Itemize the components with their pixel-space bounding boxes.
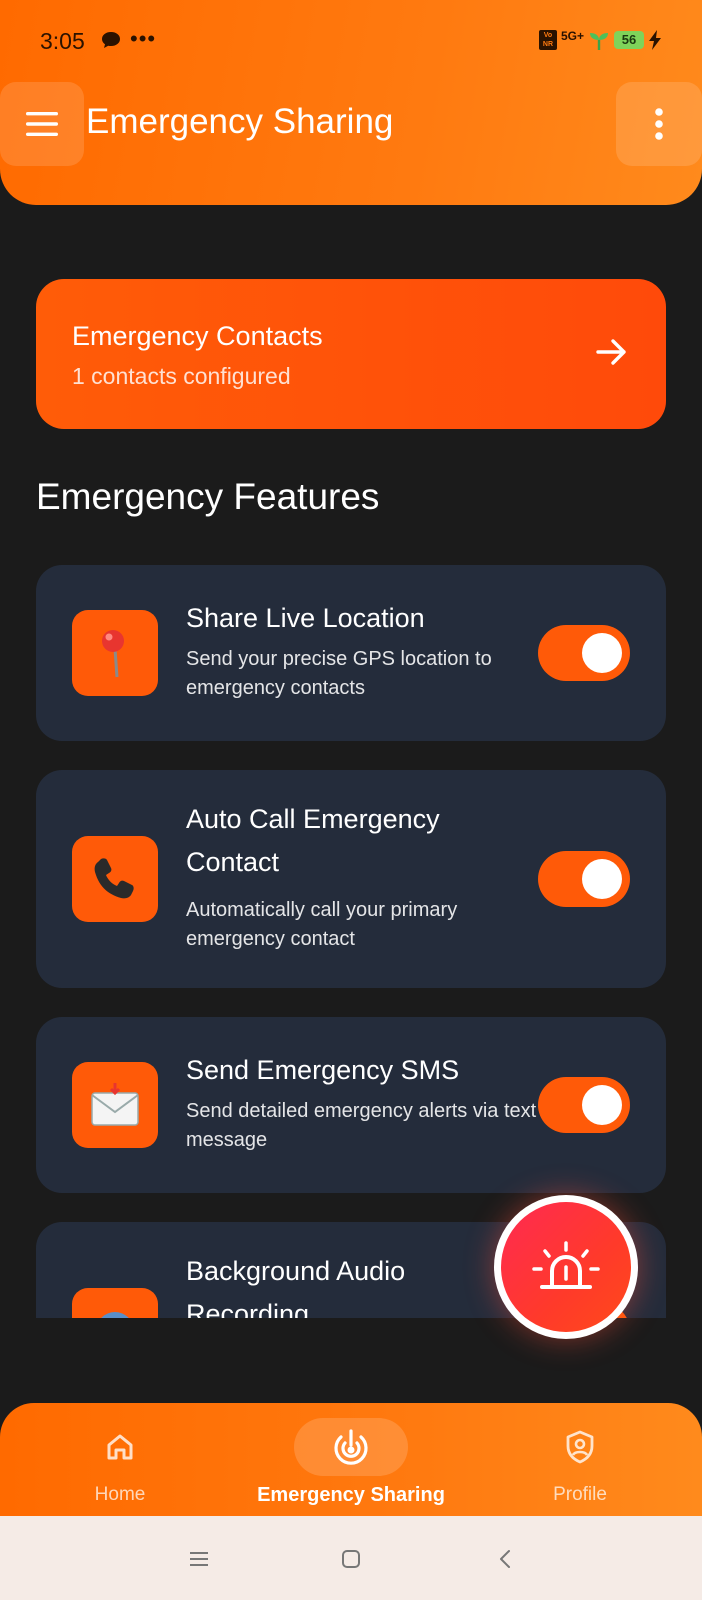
pin-icon xyxy=(102,630,124,678)
back-chevron-icon xyxy=(500,1550,510,1568)
toggle-knob xyxy=(582,859,622,899)
bottom-navigation: Home Emergency Sharing Profile xyxy=(0,1403,702,1520)
emergency-contacts-card[interactable]: Emergency Contacts 1 contacts configured xyxy=(36,279,666,429)
charging-bolt-icon xyxy=(649,30,661,50)
phone-icon xyxy=(94,858,134,899)
feature-icon-box xyxy=(72,836,158,922)
page-title: Emergency Sharing xyxy=(86,102,394,141)
nav-icon-wrap xyxy=(523,1418,637,1476)
square-home-icon xyxy=(342,1550,360,1568)
back-button[interactable] xyxy=(490,1544,520,1574)
feature-description: Send detailed emergency alerts via text … xyxy=(186,1100,537,1151)
nav-item-home[interactable]: Home xyxy=(60,1403,180,1520)
feature-icon-box xyxy=(72,1288,158,1318)
hamburger-menu-icon xyxy=(26,112,58,136)
arrow-right-icon xyxy=(596,339,626,365)
feature-icon-box xyxy=(72,1062,158,1148)
feature-title: Auto Call Emergency Contact xyxy=(186,804,440,877)
toggle-knob xyxy=(582,1085,622,1125)
status-indicators: Vo NR 5G+ 56 xyxy=(538,28,662,52)
more-options-button[interactable] xyxy=(616,82,702,166)
feature-title: Share Live Location xyxy=(186,603,425,633)
shield-user-icon xyxy=(566,1430,594,1464)
emergency-sms-toggle[interactable] xyxy=(538,1077,630,1133)
recents-lines-icon xyxy=(190,1552,208,1566)
feature-description: Send your precise GPS location to emerge… xyxy=(186,648,492,699)
sos-alert-button[interactable] xyxy=(494,1195,638,1339)
status-more-dots: ••• xyxy=(130,26,157,51)
feature-description: Automatically call your primary emergenc… xyxy=(186,899,458,950)
contacts-title: Emergency Contacts xyxy=(72,321,323,351)
nav-icon-wrap xyxy=(294,1418,408,1476)
feature-card-auto-call: Auto Call Emergency Contact Automaticall… xyxy=(36,770,666,988)
app-header: 3:05 ••• Vo NR 5G+ 56 Emergency Sharing xyxy=(0,0,702,205)
sprout-icon xyxy=(590,33,608,50)
nav-item-emergency-sharing[interactable]: Emergency Sharing xyxy=(235,1403,467,1520)
feature-title: Send Emergency SMS xyxy=(186,1055,460,1085)
home-system-button[interactable] xyxy=(336,1544,366,1574)
chat-bubble-icon xyxy=(102,32,120,48)
nav-label: Home xyxy=(94,1484,146,1505)
feature-icon-box xyxy=(72,610,158,696)
nav-item-profile[interactable]: Profile xyxy=(520,1403,640,1520)
more-vertical-icon xyxy=(655,108,663,140)
nav-label: Profile xyxy=(553,1484,607,1505)
feature-card-live-location: Share Live Location Send your precise GP… xyxy=(36,565,666,741)
sos-button-face xyxy=(501,1202,631,1332)
feature-title: Background Audio Recording xyxy=(186,1256,406,1318)
contacts-count: 1 contacts configured xyxy=(72,363,291,389)
volte-icon: Vo NR xyxy=(538,30,557,50)
toggle-knob xyxy=(582,633,622,673)
nav-icon-wrap xyxy=(63,1418,177,1476)
feature-card-emergency-sms: Send Emergency SMS Send detailed emergen… xyxy=(36,1017,666,1193)
emergency-target-icon xyxy=(334,1429,368,1465)
battery-indicator: 56 xyxy=(614,31,644,49)
section-title: Emergency Features xyxy=(36,476,380,517)
system-navigation-bar xyxy=(0,1516,702,1600)
auto-call-toggle[interactable] xyxy=(538,851,630,907)
menu-button[interactable] xyxy=(0,82,84,166)
status-bar: 3:05 ••• Vo NR 5G+ 56 xyxy=(0,0,702,80)
recent-apps-button[interactable] xyxy=(184,1544,214,1574)
home-icon xyxy=(107,1434,133,1460)
app-screen: 3:05 ••• Vo NR 5G+ 56 Emergency Sharing … xyxy=(0,0,702,1600)
nav-label: Emergency Sharing xyxy=(257,1484,445,1506)
network-type: 5G+ xyxy=(560,29,584,43)
siren-icon xyxy=(532,1241,600,1289)
live-location-toggle[interactable] xyxy=(538,625,630,681)
envelope-icon xyxy=(91,1083,139,1126)
status-time: 3:05 xyxy=(40,28,85,54)
globe-icon xyxy=(101,1312,129,1318)
